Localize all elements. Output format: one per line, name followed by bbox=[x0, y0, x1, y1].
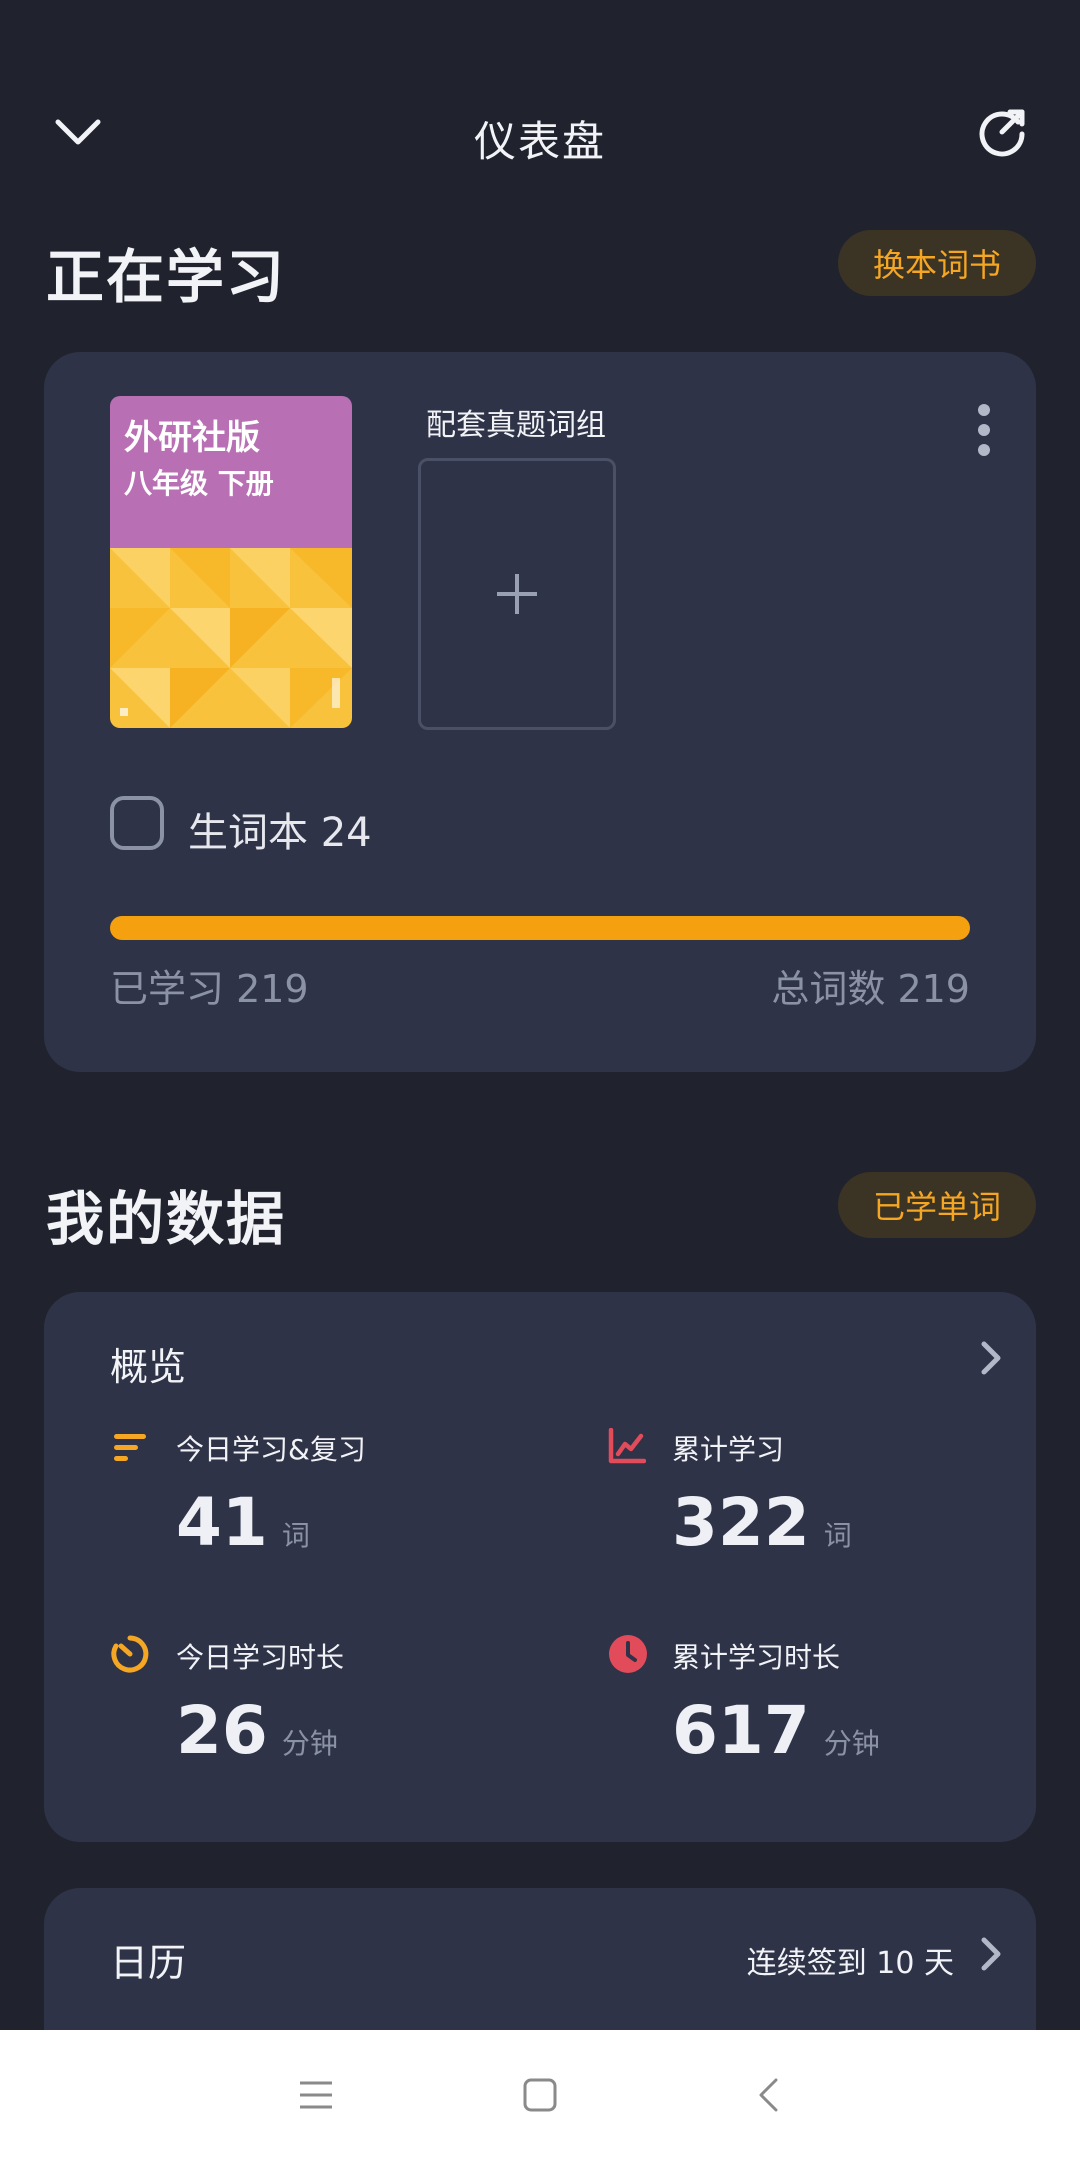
stat-unit: 词 bbox=[823, 1519, 852, 1552]
stat-label-total-duration: 累计学习时长 bbox=[672, 1641, 841, 1674]
streak-label: 连续签到 10 天 bbox=[746, 1946, 954, 1981]
progress-fill bbox=[110, 916, 970, 940]
learning-progress-bar bbox=[110, 916, 970, 940]
back-icon[interactable] bbox=[757, 2077, 779, 2113]
plus-icon bbox=[497, 574, 537, 614]
menu-icon[interactable] bbox=[298, 2080, 334, 2110]
book-grade: 八年级 下册 bbox=[124, 467, 274, 500]
page-title: 仪表盘 bbox=[473, 117, 606, 166]
stat-unit: 词 bbox=[281, 1519, 310, 1552]
book-cover[interactable]: 外研社版 八年级 下册 bbox=[110, 396, 352, 728]
stat-total-study: 322 词 bbox=[672, 1484, 852, 1561]
stat-label-today-duration: 今日学习时长 bbox=[176, 1641, 345, 1674]
stat-label-total-study: 累计学习 bbox=[672, 1433, 785, 1466]
stat-unit: 分钟 bbox=[281, 1727, 338, 1760]
stat-value: 617 bbox=[672, 1692, 810, 1769]
vocab-checkbox[interactable] bbox=[110, 796, 164, 850]
stat-unit: 分钟 bbox=[823, 1727, 880, 1760]
overview-card[interactable]: 概览 今日学习&复习 41 词 累计学习 322 词 今日学习时长 26 分钟 … bbox=[44, 1292, 1036, 1842]
add-group-button[interactable] bbox=[418, 458, 616, 730]
stat-today-duration: 26 分钟 bbox=[176, 1692, 338, 1769]
stat-value: 41 bbox=[176, 1484, 268, 1561]
stat-total-duration: 617 分钟 bbox=[672, 1692, 880, 1769]
overview-title: 概览 bbox=[110, 1345, 187, 1389]
total-count: 总词数 219 bbox=[771, 967, 970, 1011]
book-publisher: 外研社版 bbox=[124, 418, 260, 458]
studying-card: 外研社版 八年级 下册 配套真题词组 生词本 24 已学习 219 总词数 21… bbox=[44, 352, 1036, 1072]
stat-value: 322 bbox=[672, 1484, 810, 1561]
change-book-button[interactable]: 换本词书 bbox=[838, 230, 1036, 296]
my-data-section-title: 我的数据 bbox=[46, 1185, 287, 1253]
clock-icon bbox=[609, 1635, 647, 1673]
line-chart-icon bbox=[608, 1428, 646, 1464]
group-title: 配套真题词组 bbox=[426, 408, 606, 443]
learned-words-button[interactable]: 已学单词 bbox=[838, 1172, 1036, 1238]
refresh-arrow-icon bbox=[979, 109, 1025, 157]
stat-today-study: 41 词 bbox=[176, 1484, 310, 1561]
more-vertical-icon bbox=[978, 404, 990, 456]
system-nav-bar bbox=[0, 2030, 1080, 2160]
stat-value: 26 bbox=[176, 1692, 268, 1769]
calendar-title: 日历 bbox=[110, 1941, 187, 1985]
chevron-right-icon bbox=[981, 1937, 1001, 1971]
vocab-book-label[interactable]: 生词本 24 bbox=[188, 800, 372, 858]
more-options-button[interactable] bbox=[972, 402, 996, 458]
stat-label-today-study: 今日学习&复习 bbox=[176, 1433, 366, 1466]
studying-section-title: 正在学习 bbox=[46, 243, 287, 311]
home-icon[interactable] bbox=[523, 2078, 557, 2112]
refresh-button[interactable] bbox=[970, 100, 1034, 164]
bars-icon bbox=[114, 1434, 146, 1461]
timer-icon bbox=[111, 1635, 149, 1673]
cover-pattern bbox=[110, 548, 352, 728]
learned-count: 已学习 219 bbox=[110, 967, 309, 1011]
chevron-right-icon bbox=[981, 1341, 1001, 1375]
